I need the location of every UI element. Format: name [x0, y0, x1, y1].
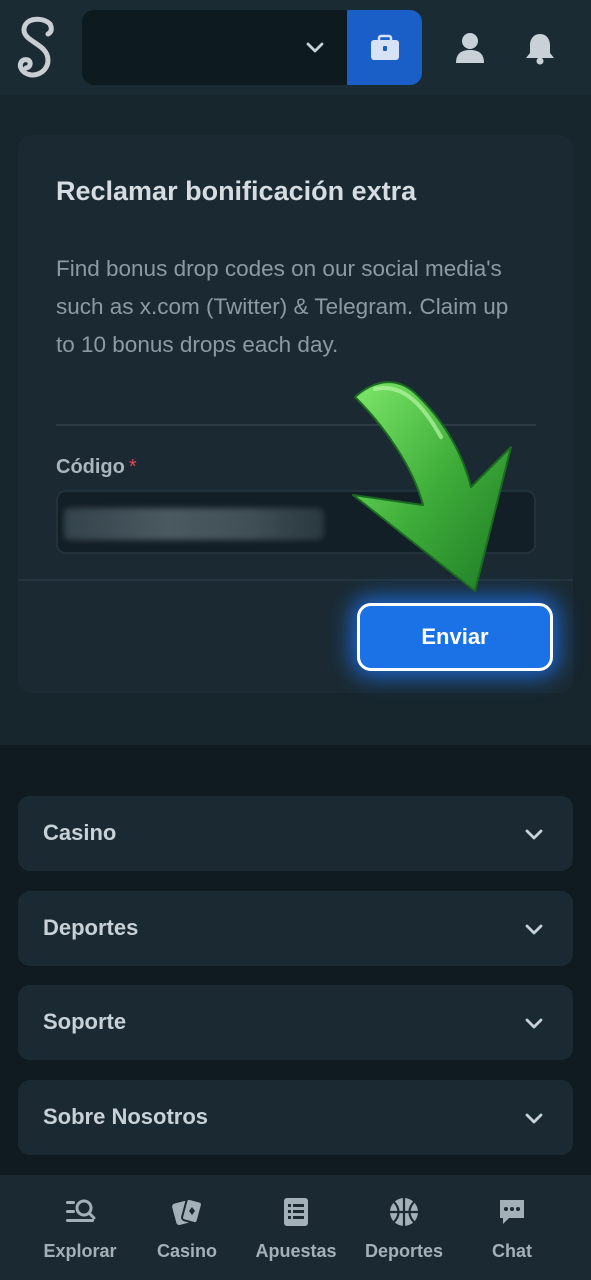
required-mark: *	[128, 456, 137, 478]
nav-apuestas[interactable]: Apuestas	[250, 1175, 342, 1280]
nav-explorar[interactable]: Explorar	[34, 1175, 126, 1280]
bell-icon	[526, 34, 554, 65]
accordion-label: Casino	[43, 820, 117, 845]
card-title: Reclamar bonificación extra	[56, 176, 417, 206]
accordion-label: Soporte	[43, 1009, 127, 1034]
pointer-arrow-icon	[352, 381, 512, 592]
chevron-down-icon	[306, 42, 324, 53]
accordion-sobre-nosotros[interactable]: Sobre Nosotros	[18, 1080, 573, 1155]
nav-label: Chat	[492, 1241, 532, 1261]
accordion-casino[interactable]: Casino	[18, 796, 573, 871]
nav-deportes[interactable]: Deportes	[358, 1175, 450, 1280]
bottom-nav: Explorar Casino Apuestas Deportes Chat	[0, 1175, 591, 1280]
user-button[interactable]	[448, 26, 492, 70]
notifications-button[interactable]	[518, 26, 562, 70]
explore-icon	[66, 1199, 96, 1222]
card-description: Find bonus drop codes on our social medi…	[56, 256, 509, 357]
nav-label: Casino	[156, 1241, 217, 1261]
nav-label: Deportes	[364, 1241, 444, 1261]
wallet-button[interactable]	[347, 10, 422, 85]
submit-button[interactable]: Enviar	[357, 603, 553, 671]
code-label-text: Código	[56, 456, 125, 478]
chevron-down-icon	[525, 924, 543, 935]
balance-selector[interactable]	[82, 10, 350, 85]
nav-label: Apuestas	[255, 1241, 337, 1261]
chat-icon	[500, 1200, 524, 1224]
user-icon	[456, 33, 484, 63]
submit-label: Enviar	[421, 624, 489, 649]
nav-casino[interactable]: Casino	[145, 1175, 229, 1280]
accordion-soporte[interactable]: Soporte	[18, 985, 573, 1060]
chevron-down-icon	[525, 829, 543, 840]
logo-icon[interactable]	[12, 12, 62, 84]
nav-label: Explorar	[43, 1241, 117, 1261]
basketball-icon	[390, 1198, 418, 1226]
cards-icon	[172, 1197, 203, 1226]
betslip-icon	[284, 1198, 308, 1226]
accordion-label: Deportes	[43, 915, 139, 940]
accordion-deportes[interactable]: Deportes	[18, 891, 573, 966]
nav-chat[interactable]: Chat	[474, 1175, 550, 1280]
chevron-down-icon	[525, 1018, 543, 1029]
accordion-label: Sobre Nosotros	[43, 1104, 209, 1129]
top-header	[0, 0, 591, 95]
code-redacted-blur	[64, 508, 324, 540]
wallet-icon	[370, 34, 399, 60]
code-label: Código *	[56, 456, 137, 479]
chevron-down-icon	[525, 1113, 543, 1124]
